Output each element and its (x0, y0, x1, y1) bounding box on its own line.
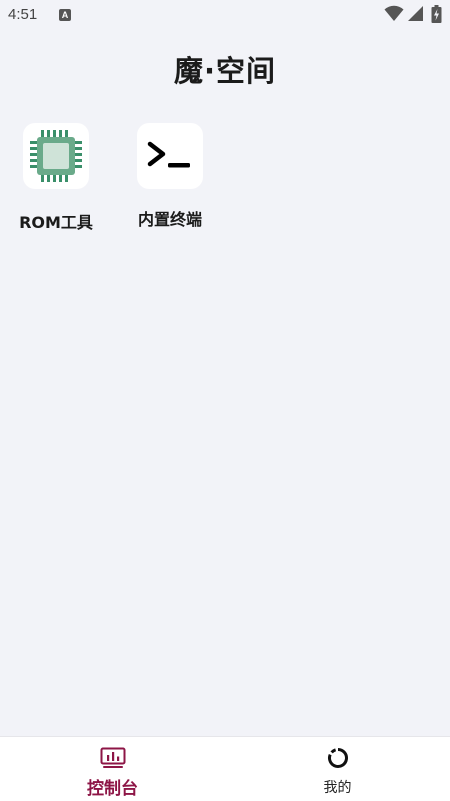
battery-charging-icon (431, 5, 442, 23)
chip-icon (30, 130, 82, 182)
rom-tools-label: ROM工具 (19, 213, 93, 232)
terminal-icon-box (137, 123, 203, 189)
nav-console-label: 控制台 (87, 779, 138, 799)
builtin-terminal-label: 内置终端 (137, 210, 202, 229)
page-title: 魔·空间 (173, 54, 277, 88)
terminal-icon (147, 141, 190, 168)
builtin-terminal-tile[interactable]: 内置终端 (115, 123, 225, 230)
bottom-navigation: 控制台 我的 (0, 736, 450, 801)
notification-badge: A (59, 9, 71, 21)
nav-mine[interactable]: 我的 (225, 737, 450, 801)
profile-ring-icon (327, 748, 348, 768)
signal-icon (408, 6, 423, 21)
nav-mine-label: 我的 (323, 780, 352, 796)
rom-tools-tile[interactable]: ROM工具 (1, 123, 111, 233)
rom-tools-icon-box (23, 123, 89, 189)
dashboard-icon (100, 747, 125, 768)
wifi-icon (384, 5, 404, 21)
status-bar: 4:51 A (0, 0, 450, 30)
status-time: 4:51 (8, 6, 38, 23)
nav-console[interactable]: 控制台 (0, 737, 225, 801)
